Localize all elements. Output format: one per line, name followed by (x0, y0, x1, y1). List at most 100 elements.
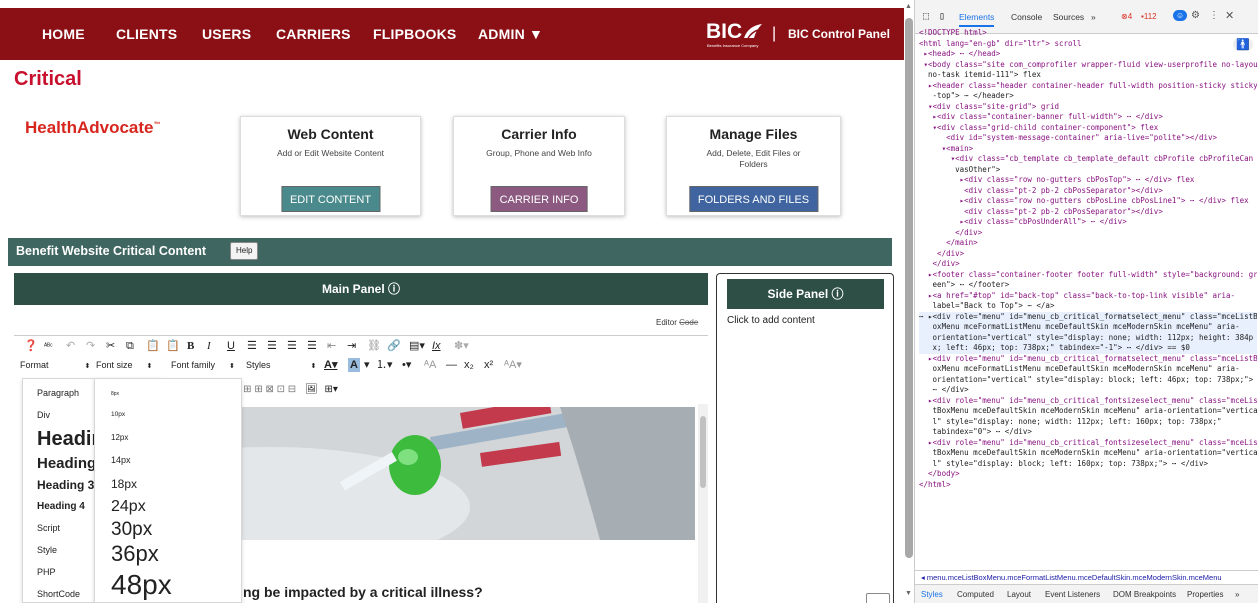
dom-tree-line[interactable]: ▸<div class="row no-gutters cbPosLine cb… (919, 196, 1257, 207)
undo-icon[interactable]: ↶ (66, 339, 75, 353)
align-right-icon[interactable]: ☰ (287, 339, 297, 353)
more-options-icon[interactable]: ⋮ (1209, 10, 1219, 21)
breadcrumb-path[interactable]: ◂ menu.mceListBoxMenu.mceFormatListMenu.… (915, 570, 1258, 584)
tab-elements[interactable]: Elements (959, 12, 995, 27)
dom-tree-line[interactable]: </div> (919, 259, 1257, 270)
dom-tree-line[interactable]: <div id="system-message-container" aria-… (919, 133, 1257, 144)
dom-tree-line[interactable]: ▸<footer class="container-footer footer … (919, 270, 1257, 281)
dom-tree-line[interactable]: <!DOCTYPE html> (919, 28, 1257, 39)
inspect-element-icon[interactable]: ⬚ (923, 10, 929, 24)
dom-tree-line[interactable]: ▾<main> (919, 144, 1257, 155)
subscript-icon[interactable]: x₂ (464, 358, 474, 372)
dom-tree-line[interactable]: ▾<body class="site com_comprofiler wrapp… (919, 60, 1258, 71)
format-option-script[interactable]: Script (37, 523, 60, 533)
text-direction-icon[interactable]: ᴬA (424, 358, 436, 372)
subtab-more[interactable]: » (1235, 590, 1239, 599)
align-left-icon[interactable]: ☰ (247, 339, 257, 353)
help-button[interactable]: Help (230, 242, 259, 260)
scroll-down-icon[interactable]: ▼ (905, 590, 912, 597)
paste-text-icon[interactable]: 📋 (166, 339, 180, 353)
dom-tree-line[interactable]: orientation="vertical" style="display: n… (919, 332, 1257, 343)
dom-tree-line[interactable]: ⋯ ▸<div role="menu" id="menu_cb_critical… (919, 311, 1257, 322)
dom-tree-line[interactable]: </body> (919, 469, 1257, 480)
size-option-14px[interactable]: 14px (111, 455, 131, 465)
size-option-12px[interactable]: 12px (111, 433, 128, 442)
text-color-icon[interactable]: A▾ (324, 358, 337, 372)
error-count-badge[interactable]: ⊗4 (1121, 12, 1132, 21)
align-justify-icon[interactable]: ☰ (307, 339, 317, 353)
nav-users[interactable]: USERS (202, 26, 251, 42)
dom-tree-line[interactable]: tBoxMenu mceDefaultSkin mceModernSkin mc… (919, 406, 1257, 417)
subtab-computed[interactable]: Computed (957, 590, 994, 599)
size-option-18px[interactable]: 18px (111, 477, 137, 491)
italic-icon[interactable]: I (207, 339, 211, 353)
cut-icon[interactable]: ✂ (106, 339, 115, 353)
dom-tree-line[interactable]: ▸<div class="cbPosUnderAll"> ⋯ </div> (919, 217, 1257, 228)
dom-tree-line[interactable]: een"> ⋯ </footer> (919, 280, 1257, 291)
dom-tree-line[interactable]: ▾<div class="site-grid"> grid (919, 102, 1257, 113)
editor-scrollbar[interactable] (698, 404, 708, 603)
folders-and-files-button[interactable]: FOLDERS AND FILES (688, 186, 819, 212)
tab-console[interactable]: Console (1011, 12, 1042, 22)
dom-tree-line[interactable]: oxMenu mceFormatListMenu mceDefaultSkin … (919, 322, 1257, 333)
dom-tree-line[interactable]: ▾<div class="cb_template cb_template_def… (919, 154, 1257, 165)
bold-icon[interactable]: B (187, 339, 194, 353)
dom-tree-line[interactable]: orientation="vertical" style="display: b… (919, 375, 1257, 386)
settings-gear-icon[interactable]: ⚙ (1191, 10, 1200, 21)
dom-tree-line[interactable]: </div> (919, 249, 1257, 260)
format-option-div[interactable]: Div (37, 410, 50, 420)
format-option-shortcode[interactable]: ShortCode (37, 589, 80, 599)
carrier-info-button[interactable]: CARRIER INFO (490, 186, 588, 212)
page-scrollbar-thumb[interactable] (905, 18, 913, 558)
dom-tree-line[interactable]: ▸<header class="header container-header … (919, 81, 1257, 92)
nav-carriers[interactable]: CARRIERS (276, 26, 351, 42)
emoticon-icon[interactable]: ✽▾ (454, 339, 469, 353)
numbered-list-icon[interactable]: ⒈▾ (376, 358, 393, 372)
dom-tree-line[interactable]: <div class="pt-2 pb-2 cbPosSeparator"></… (919, 207, 1257, 218)
size-option-24px[interactable]: 24px (111, 498, 146, 516)
font-size-adjust-icon[interactable]: ᴬA▾ (504, 358, 522, 372)
dom-tree-line[interactable]: -top"> ⋯ </header> (919, 91, 1257, 102)
bullet-list-icon[interactable]: •▾ (402, 358, 411, 372)
dom-tree-line[interactable]: tBoxMenu mceDefaultSkin mceModernSkin mc… (919, 448, 1257, 459)
side-panel-add-content[interactable]: Click to add content (727, 315, 815, 326)
paste-icon[interactable]: 📋 (146, 339, 160, 353)
format-option-paragraph[interactable]: Paragraph (37, 388, 79, 398)
horizontal-rule-icon[interactable]: — (446, 358, 457, 372)
dom-tree[interactable]: <!DOCTYPE html> <html lang="en-gb" dir="l… (919, 28, 1257, 556)
subtab-styles[interactable]: Styles (921, 590, 943, 599)
editor-scrollbar-thumb[interactable] (700, 416, 706, 488)
size-option-48px[interactable]: 48px (111, 569, 172, 601)
unlink-icon[interactable]: ⛓ (367, 339, 381, 353)
size-option-30px[interactable]: 30px (111, 519, 152, 541)
dom-tree-line[interactable]: tabindex="0"> ⋯ </div> (919, 427, 1257, 438)
dom-tree-line[interactable]: </main> (919, 238, 1257, 249)
issues-icon[interactable]: ☺ (1173, 10, 1188, 21)
nav-clients[interactable]: CLIENTS (116, 26, 177, 42)
dom-tree-line[interactable]: </div> (919, 228, 1257, 239)
dom-tree-line[interactable]: vasOther"> (919, 165, 1257, 176)
dom-tree-line[interactable]: ▸<div role="menu" id="menu_cb_critical_f… (919, 354, 1257, 365)
dom-tree-line[interactable]: ▸<head> ⋯ </head> (919, 49, 1257, 60)
outdent-icon[interactable]: ⇤ (327, 339, 336, 353)
table-icon[interactable]: ⊞▾ (324, 384, 337, 395)
link-icon[interactable]: 🔗 (387, 339, 401, 353)
redo-icon[interactable]: ↷ (86, 339, 95, 353)
subtab-properties[interactable]: Properties (1187, 590, 1223, 599)
bic-logo[interactable]: BIC (706, 20, 742, 44)
edit-content-button[interactable]: EDIT CONTENT (280, 186, 381, 212)
dom-tree-line[interactable]: ▸<div class="container-banner full-width… (919, 112, 1257, 123)
editor-tab[interactable]: Editor (656, 318, 677, 327)
spellcheck-icon[interactable]: ᴬᴮᶜ (44, 340, 53, 354)
dom-tree-line[interactable]: ▾<div class="grid-child container-compon… (919, 123, 1257, 134)
dom-tree-line[interactable]: x; left: 46px; top: 738px;" tabindex="-1… (919, 343, 1257, 354)
copy-icon[interactable]: ⧉ (126, 339, 134, 353)
code-tab[interactable]: Code (679, 318, 698, 327)
subtab-layout[interactable]: Layout (1007, 590, 1031, 599)
background-color-icon[interactable]: A (348, 358, 360, 372)
dom-tree-line[interactable]: <html lang="en-gb" dir="ltr"> scroll (919, 39, 1257, 50)
nav-flipbooks[interactable]: FLIPBOOKS (373, 26, 456, 42)
underline-icon[interactable]: U (227, 339, 235, 353)
dom-tree-line[interactable]: l" style="display: block; left: 160px; t… (919, 459, 1257, 470)
clear-formatting-icon[interactable]: Ix (432, 339, 441, 353)
